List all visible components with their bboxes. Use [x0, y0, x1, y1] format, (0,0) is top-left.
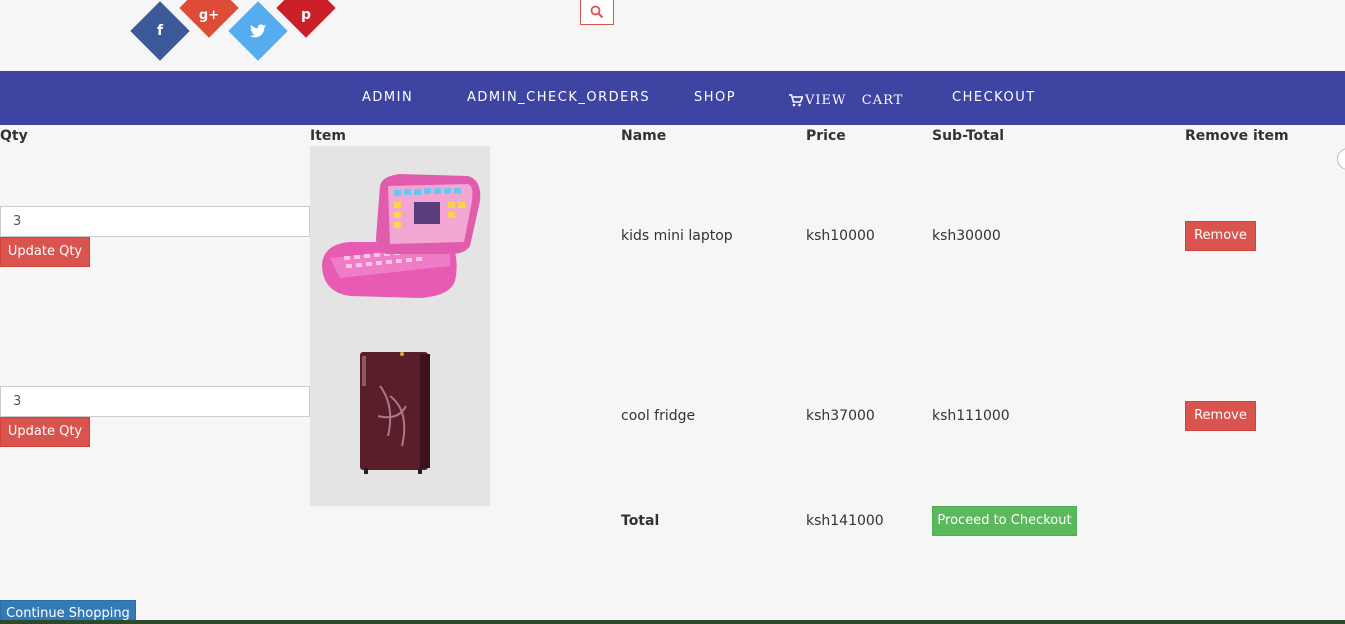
- nav-shop[interactable]: SHOP: [694, 71, 736, 125]
- nav-view-cart-label: VIEW CART: [805, 93, 904, 108]
- twitter-icon: [237, 10, 279, 52]
- main-navbar: ADMIN ADMIN_CHECK_ORDERS SHOP VIEW CART …: [0, 71, 1345, 125]
- header-subtotal: Sub-Total: [932, 128, 1005, 144]
- pinterest-icon: p: [300, 7, 312, 23]
- item-name-row-1: kids mini laptop: [621, 228, 733, 244]
- search-icon: [590, 5, 604, 18]
- nav-admin[interactable]: ADMIN: [362, 71, 413, 125]
- header-price: Price: [806, 128, 846, 144]
- googleplus-icon: g+: [198, 7, 220, 23]
- page: f g+ p ADMIN ADMIN_CHECK_ORDERS SHOP VIE…: [0, 0, 1345, 624]
- scroll-control[interactable]: [1337, 148, 1345, 170]
- remove-button-row-1[interactable]: Remove: [1185, 221, 1256, 251]
- update-qty-button-row-1[interactable]: Update Qty: [0, 237, 90, 267]
- nav-checkout[interactable]: CHECKOUT: [952, 71, 1036, 125]
- total-value: ksh141000: [806, 513, 884, 529]
- search-button[interactable]: [580, 0, 614, 25]
- nav-admin-check-orders[interactable]: ADMIN_CHECK_ORDERS: [467, 71, 650, 125]
- item-price-row-2: ksh37000: [806, 408, 875, 424]
- item-subtotal-row-2: ksh111000: [932, 408, 1010, 424]
- proceed-to-checkout-button[interactable]: Proceed to Checkout: [932, 506, 1077, 536]
- update-qty-button-row-2[interactable]: Update Qty: [0, 417, 90, 447]
- item-name-row-2: cool fridge: [621, 408, 696, 424]
- cart-icon: [789, 94, 803, 107]
- qty-input-row-1[interactable]: [0, 206, 310, 237]
- total-label: Total: [621, 513, 660, 529]
- product-image-laptop: [310, 146, 490, 326]
- nav-view-cart[interactable]: VIEW CART: [789, 74, 903, 128]
- item-subtotal-row-1: ksh30000: [932, 228, 1001, 244]
- header-remove: Remove item: [1185, 128, 1289, 144]
- bottom-divider: [0, 620, 1345, 624]
- product-image-fridge: [310, 326, 490, 506]
- header-name: Name: [621, 128, 667, 144]
- remove-button-row-2[interactable]: Remove: [1185, 401, 1256, 431]
- facebook-icon: f: [156, 23, 164, 39]
- qty-input-row-2[interactable]: [0, 386, 310, 417]
- item-price-row-1: ksh10000: [806, 228, 875, 244]
- header-item: Item: [310, 128, 346, 144]
- header-qty: Qty: [0, 128, 28, 144]
